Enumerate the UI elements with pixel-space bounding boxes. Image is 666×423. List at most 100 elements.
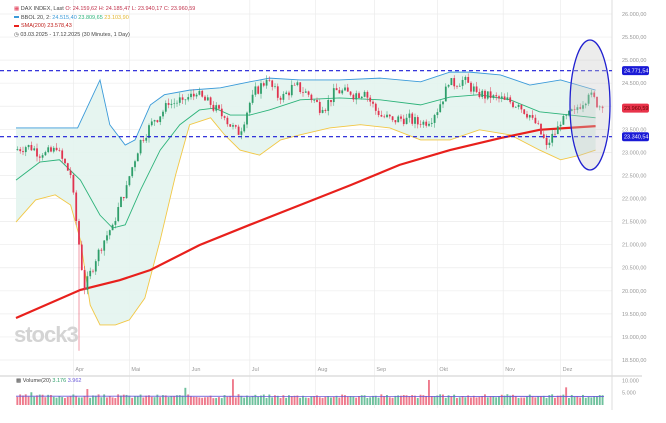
y-tick-label: 22.500,00	[622, 173, 646, 179]
volume-bar	[537, 396, 540, 405]
candle-body	[134, 161, 136, 168]
candle-body	[540, 123, 542, 135]
candle-body	[148, 125, 150, 138]
candle-body	[178, 97, 181, 103]
volume-bar	[416, 397, 419, 405]
volume-bar	[559, 395, 562, 405]
volume-bar	[86, 389, 89, 405]
candle-body	[192, 93, 195, 97]
candle-body	[346, 87, 349, 92]
volume-bar	[145, 395, 148, 405]
volume-bar	[369, 397, 372, 405]
legend-sma: SMA(200) 23.578,43	[14, 22, 195, 31]
candle-body	[461, 79, 464, 86]
candle-body	[279, 97, 282, 100]
candle-body	[52, 147, 55, 152]
candle-body	[537, 123, 540, 124]
volume-bar	[472, 395, 475, 405]
candle-body	[386, 114, 388, 118]
candle-body	[472, 86, 475, 92]
candle-body	[114, 221, 117, 225]
volume-bar	[215, 398, 218, 405]
volume-bar	[349, 396, 352, 405]
volume-bar	[408, 396, 411, 405]
volume-bar	[374, 395, 377, 405]
volume-bar	[232, 379, 234, 405]
candle-body	[128, 176, 131, 186]
bar-chart-icon: ▩	[16, 378, 22, 384]
candle-body	[383, 116, 386, 118]
volume-bar	[234, 397, 237, 405]
candle-body	[108, 230, 111, 236]
candle-body	[416, 117, 419, 125]
volume-bar	[590, 397, 593, 405]
volume-bar	[475, 397, 478, 405]
volume-tick-label: 5.000	[622, 391, 636, 397]
volume-bar	[489, 396, 492, 405]
clock-icon: ◷	[14, 31, 19, 38]
volume-bar	[568, 397, 570, 405]
volume-bar	[16, 396, 19, 405]
x-tick-label: Apr	[75, 367, 84, 373]
candle-body	[542, 134, 545, 138]
candle-body	[442, 101, 444, 105]
volume-bar	[523, 397, 526, 405]
candle-body	[257, 86, 260, 94]
volume-bar	[33, 396, 36, 405]
candle-body	[83, 270, 86, 290]
volume-bar	[456, 398, 458, 405]
candle-body	[296, 82, 299, 86]
candle-body	[223, 116, 226, 118]
candle-body	[559, 124, 562, 127]
legend-bollinger: BBOL 20, 2: 24.515,40 23.809,65 23.103,9…	[14, 14, 195, 23]
volume-bar	[467, 395, 470, 405]
candle-body	[89, 270, 92, 277]
volume-bar	[66, 396, 69, 405]
candle-body	[304, 91, 307, 93]
volume-bar	[310, 396, 313, 405]
volume-bar	[556, 395, 559, 405]
candle-body	[400, 116, 402, 119]
volume-bar	[596, 396, 598, 405]
volume-bar	[296, 395, 299, 405]
candle-body	[184, 99, 187, 101]
volume-bar	[265, 398, 268, 405]
candle-body	[30, 145, 33, 151]
volume-bar	[150, 396, 153, 405]
volume-bar	[318, 397, 321, 405]
level-price-label: 23.340,54	[624, 135, 648, 141]
price-chart[interactable]: 26.000,0025.500,0025.000,0024.500,0024.0…	[0, 0, 666, 423]
volume-bar	[276, 395, 279, 405]
candle-body	[24, 147, 27, 153]
volume-bar	[192, 396, 195, 405]
candle-body	[341, 90, 344, 94]
volume-bar	[52, 396, 55, 405]
volume-bar	[22, 395, 24, 405]
candle-body	[131, 167, 134, 177]
volume-bar	[332, 396, 335, 405]
volume-bar	[545, 398, 548, 405]
y-tick-label: 23.000,00	[622, 150, 646, 156]
candle-body	[458, 85, 461, 87]
candle-body	[61, 150, 64, 159]
volume-bar	[201, 397, 204, 405]
candle-body	[181, 97, 184, 100]
volume-bar	[307, 397, 310, 405]
volume-bar	[64, 398, 66, 405]
volume-bar	[470, 397, 472, 405]
candle-body	[285, 92, 288, 94]
candle-body	[100, 249, 103, 251]
volume-bar	[458, 397, 461, 405]
candle-body	[338, 90, 341, 94]
candle-body	[565, 115, 568, 116]
volume-bar	[89, 397, 92, 405]
y-tick-label: 19.500,00	[622, 312, 646, 318]
volume-bar	[391, 397, 394, 405]
candle-body	[66, 163, 69, 171]
candle-body	[262, 83, 265, 86]
x-tick-label: Jun	[192, 367, 201, 373]
volume-bar	[240, 395, 243, 405]
candle-body	[27, 145, 30, 148]
volume-bar	[450, 396, 453, 405]
candle-body	[478, 91, 481, 98]
